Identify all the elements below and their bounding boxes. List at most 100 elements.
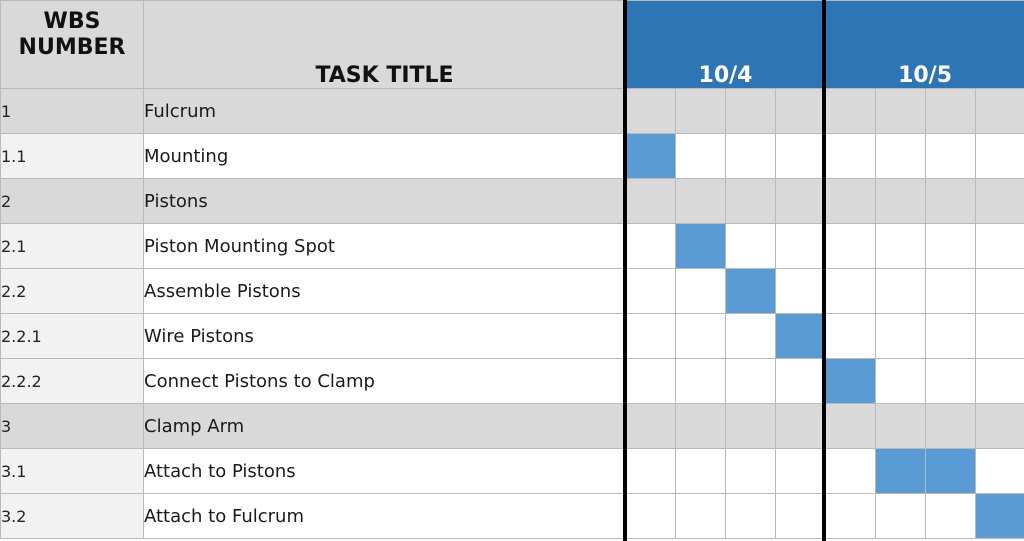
task-bar-cell: [675, 223, 726, 269]
timeline-cell: [825, 88, 877, 134]
gantt-table: WBS NUMBER TASK TITLE 10/4 10/5 1 Fulcrum…: [0, 0, 1024, 539]
timeline-cell: [774, 448, 827, 494]
timeline-cell: [925, 133, 977, 179]
wbs-number-cell: 2: [0, 178, 144, 224]
task-title-cell: Clamp Arm: [143, 403, 626, 449]
task-bar-cell: [774, 313, 827, 359]
timeline-cell: [875, 133, 927, 179]
wbs-number-cell: 2.2.2: [0, 358, 144, 404]
timeline-cell: [774, 88, 827, 134]
timeline-cell: [825, 223, 877, 269]
task-row-parent: 2 Pistons: [0, 178, 1024, 224]
timeline-cell: [725, 133, 776, 179]
header-row: WBS NUMBER TASK TITLE 10/4 10/5: [0, 0, 1024, 89]
timeline-cell: [975, 88, 1024, 134]
task-row: 2.2 Assemble Pistons: [0, 268, 1024, 314]
wbs-number-cell: 2.2.1: [0, 313, 144, 359]
timeline-cell: [875, 223, 927, 269]
timeline-cell: [675, 268, 726, 314]
timeline-cell: [875, 403, 927, 449]
wbs-number-cell: 3.1: [0, 448, 144, 494]
timeline-cell: [875, 313, 927, 359]
timeline-cell: [975, 178, 1024, 224]
timeline-cell: [774, 268, 827, 314]
timeline-cell: [875, 493, 927, 539]
timeline-cell: [925, 223, 977, 269]
task-title-cell: Wire Pistons: [143, 313, 626, 359]
timeline-cell: [975, 223, 1024, 269]
wbs-number-cell: 2.1: [0, 223, 144, 269]
timeline-cell: [875, 88, 927, 134]
task-title-cell: Assemble Pistons: [143, 268, 626, 314]
timeline-cell: [774, 493, 827, 539]
wbs-number-header: WBS NUMBER: [0, 0, 144, 89]
timeline-cell: [675, 403, 726, 449]
timeline-cell: [625, 268, 676, 314]
timeline-cell: [875, 358, 927, 404]
timeline-cell: [975, 358, 1024, 404]
wbs-header-line1: WBS: [43, 9, 101, 34]
timeline-cell: [675, 133, 726, 179]
timeline-cell: [825, 493, 877, 539]
timeline-cell: [774, 223, 827, 269]
timeline-cell: [774, 403, 827, 449]
task-title-cell: Attach to Fulcrum: [143, 493, 626, 539]
wbs-header-line2: NUMBER: [18, 35, 126, 60]
task-row: 2.2.2 Connect Pistons to Clamp: [0, 358, 1024, 404]
timeline-cell: [725, 88, 776, 134]
gantt-chart: WBS NUMBER TASK TITLE 10/4 10/5 1 Fulcrum…: [0, 0, 1024, 541]
timeline-cell: [925, 88, 977, 134]
timeline-cell: [625, 493, 676, 539]
timeline-cell: [625, 313, 676, 359]
task-bar-cell: [725, 268, 776, 314]
timeline-cell: [675, 493, 726, 539]
timeline-cell: [625, 223, 676, 269]
timeline-cell: [925, 313, 977, 359]
timeline-cell: [625, 403, 676, 449]
timeline-cell: [774, 358, 827, 404]
timeline-cell: [825, 313, 877, 359]
timeline-cell: [925, 403, 977, 449]
timeline-cell: [925, 268, 977, 314]
timeline-cell: [925, 178, 977, 224]
timeline-cell: [625, 358, 676, 404]
wbs-number-cell: 1.1: [0, 133, 144, 179]
task-title-cell: Piston Mounting Spot: [143, 223, 626, 269]
timeline-cell: [675, 313, 726, 359]
timeline-cell: [725, 403, 776, 449]
task-bar-cell: [975, 493, 1024, 539]
timeline-cell: [975, 268, 1024, 314]
timeline-cell: [875, 178, 927, 224]
task-row-parent: 1 Fulcrum: [0, 88, 1024, 134]
timeline-cell: [725, 223, 776, 269]
timeline-cell: [725, 493, 776, 539]
task-bar-cell: [625, 133, 676, 179]
timeline-cell: [725, 358, 776, 404]
day-header-10-4: 10/4: [624, 0, 827, 89]
task-row: 1.1 Mounting: [0, 133, 1024, 179]
task-bar-cell: [825, 358, 877, 404]
task-title-cell: Attach to Pistons: [143, 448, 626, 494]
wbs-number-cell: 1: [0, 88, 144, 134]
timeline-cell: [825, 268, 877, 314]
timeline-cell: [675, 358, 726, 404]
timeline-cell: [625, 178, 676, 224]
timeline-cell: [725, 448, 776, 494]
timeline-cell: [675, 88, 726, 134]
timeline-cell: [925, 493, 977, 539]
task-title-header: TASK TITLE: [143, 0, 626, 89]
wbs-number-cell: 2.2: [0, 268, 144, 314]
task-bar-cell: [875, 448, 927, 494]
task-title-cell: Mounting: [143, 133, 626, 179]
wbs-number-cell: 3.2: [0, 493, 144, 539]
task-row: 3.1 Attach to Pistons: [0, 448, 1024, 494]
timeline-cell: [925, 358, 977, 404]
timeline-cell: [975, 448, 1024, 494]
timeline-cell: [675, 448, 726, 494]
task-title-cell: Pistons: [143, 178, 626, 224]
day-header-10-5: 10/5: [825, 0, 1024, 89]
task-row-parent: 3 Clamp Arm: [0, 403, 1024, 449]
task-row: 3.2 Attach to Fulcrum: [0, 493, 1024, 539]
timeline-cell: [975, 133, 1024, 179]
task-bar-cell: [925, 448, 977, 494]
